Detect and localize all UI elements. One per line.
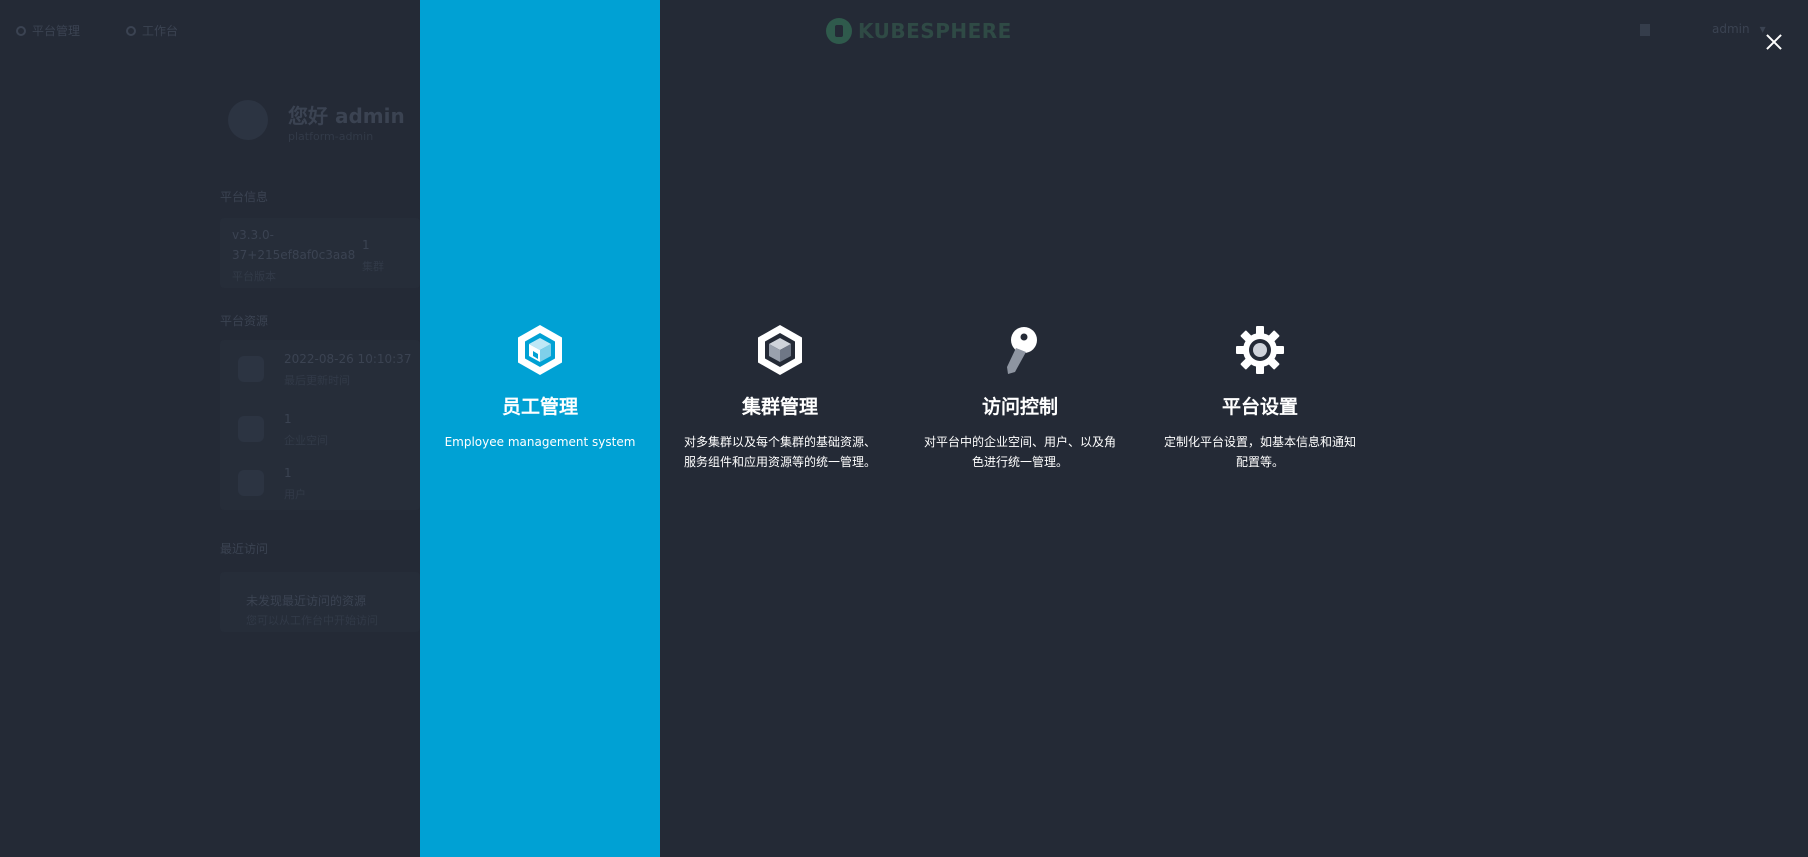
tile-platform-settings[interactable]: 平台设置 定制化平台设置，如基本信息和通知配置等。 — [1140, 0, 1380, 857]
platform-management-modal: 员工管理 Employee management system 集群管理 对多集… — [0, 0, 1808, 857]
tile-access-control[interactable]: 访问控制 对平台中的企业空间、用户、以及角色进行统一管理。 — [900, 0, 1140, 857]
tile-description: 对多集群以及每个集群的基础资源、服务组件和应用资源等的统一管理。 — [683, 435, 876, 469]
key-icon — [1007, 327, 1037, 374]
tile-title: 访问控制 — [981, 396, 1058, 418]
tile-title: 平台设置 — [1221, 396, 1298, 418]
tile-cluster-management[interactable]: 集群管理 对多集群以及每个集群的基础资源、服务组件和应用资源等的统一管理。 — [660, 0, 900, 857]
tile-description: Employee management system — [444, 435, 636, 449]
gear-icon — [1236, 326, 1284, 374]
tile-description: 对平台中的企业空间、用户、以及角色进行统一管理。 — [923, 435, 1116, 469]
tile-employee-management[interactable]: 员工管理 Employee management system — [420, 0, 660, 857]
close-icon[interactable] — [1762, 30, 1786, 54]
tile-title: 员工管理 — [501, 396, 578, 418]
tile-description: 定制化平台设置，如基本信息和通知配置等。 — [1163, 435, 1356, 469]
cluster-hexagon-icon — [518, 325, 562, 375]
tile-title: 集群管理 — [741, 396, 818, 418]
cube-hexagon-icon — [758, 325, 802, 375]
